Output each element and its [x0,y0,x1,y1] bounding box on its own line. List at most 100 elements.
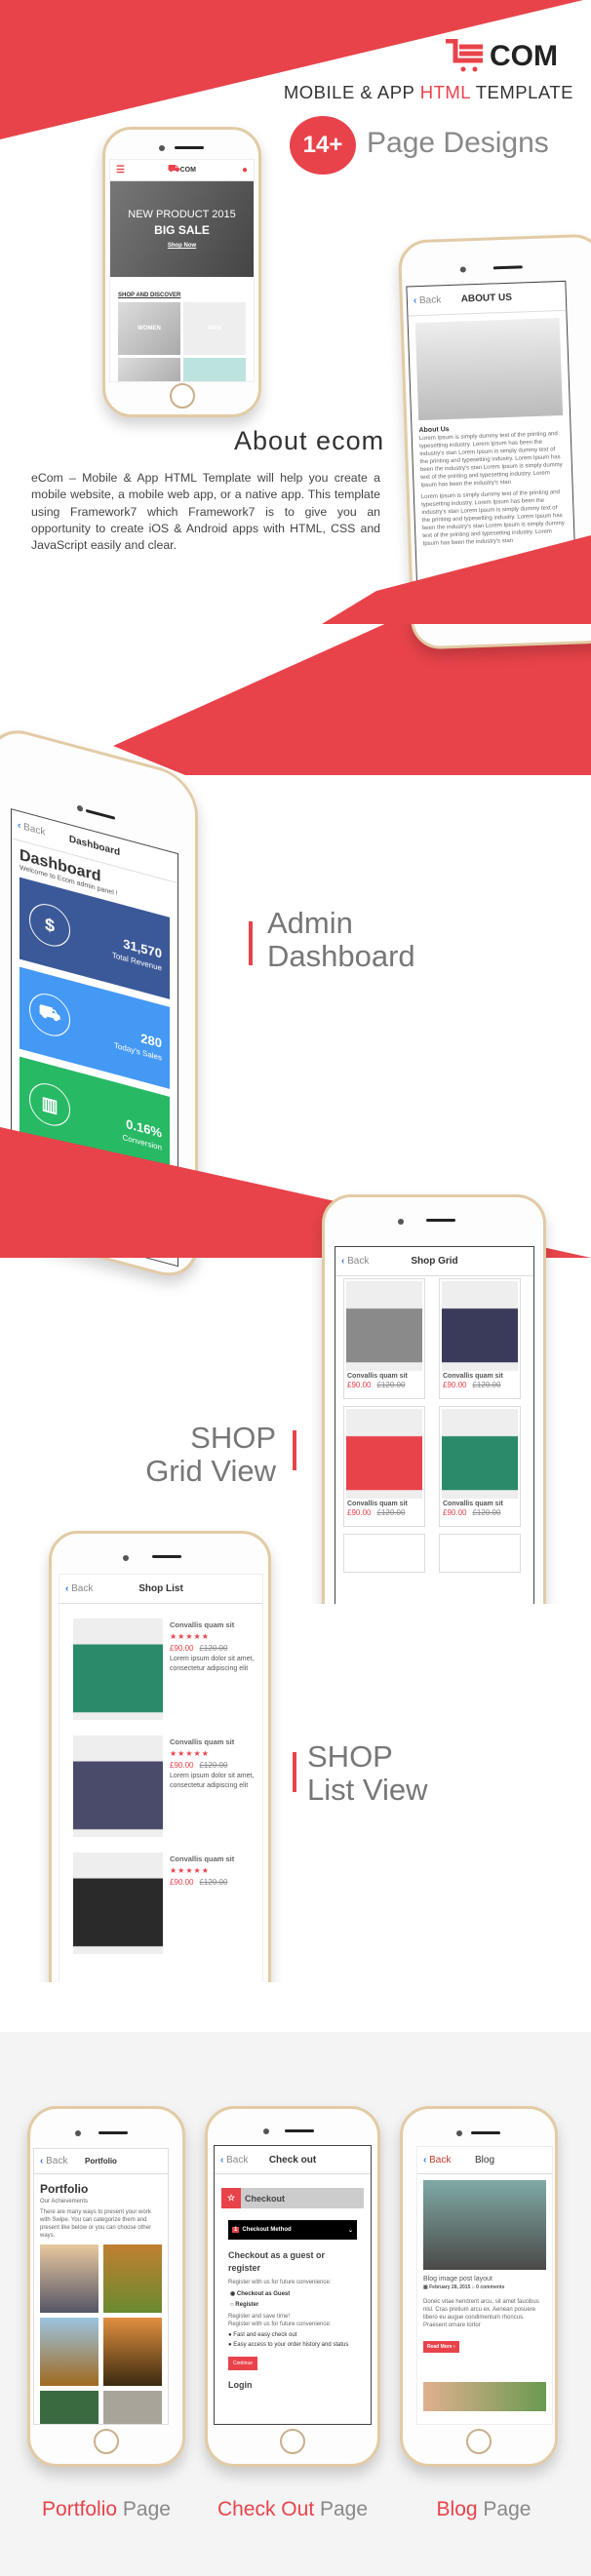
product-image [73,1619,163,1720]
back-label: Back [347,1256,370,1267]
page-label-rest: Page [314,2498,369,2520]
read-more-button[interactable]: Read More › [423,2341,459,2353]
accent-bar [293,1430,296,1470]
portfolio-phone: ‹ Back Portfolio Portfolio Our Achievemen… [27,2106,185,2467]
blog-post-title[interactable]: Blog image post layout [423,2276,546,2283]
portfolio-image[interactable] [40,2391,98,2424]
shop-list-label: SHOP List View [307,1740,428,1807]
portfolio-heading: Portfolio [40,2182,89,2196]
product-card[interactable]: Convallis quam sit £90.00 £120.00 [439,1278,521,1399]
blog-image[interactable] [423,2180,546,2270]
info-text: Register with us for future convenience: [228,2322,332,2327]
price: £90.00 [443,1508,467,1517]
product-card[interactable] [439,1534,521,1573]
product-image [73,1853,163,1954]
guest-radio[interactable]: ◉ Checkout as Guest [230,2290,355,2297]
back-button[interactable]: ‹ Back [18,820,45,839]
back-button[interactable]: ‹ Back [40,2156,67,2166]
portfolio-subheading: Our Achievements [40,2199,89,2205]
continue-button[interactable]: Continue [228,2357,258,2370]
back-button[interactable]: ‹ Back [423,2155,451,2166]
back-button[interactable]: ‹ Back [341,1256,369,1267]
blog-image[interactable] [423,2382,546,2411]
camera [456,2130,462,2136]
portfolio-image[interactable] [103,2244,162,2313]
about-text: eCom – Mobile & App HTML Template will h… [31,471,380,553]
camera [75,2130,81,2136]
accent-bar [293,1752,296,1792]
product-list-item[interactable]: Convallis quam sit ★★★★★ £90.00 £120.00 Lore… [73,1736,258,1843]
product-name: Convallis quam sit [443,1373,503,1380]
price: £90.00 [170,1644,194,1653]
speaker [471,2131,500,2134]
home-button [94,2429,119,2454]
chevron-down-icon: ⌄ [347,2227,353,2234]
shop-grid-label: SHOP Grid View [145,1422,276,1488]
page-label-accent: Check Out [217,2498,315,2520]
product-price: £90.00 £120.00 [170,1878,257,1887]
product-price: £90.00 £120.00 [170,1644,257,1653]
product-name: Convallis quam sit [170,1854,235,1863]
portfolio-image[interactable] [103,2391,162,2424]
page-label-accent: Blog [436,2498,478,2520]
product-image [346,1281,422,1371]
page-label-rest: Page [477,2498,532,2520]
checkout-heading: Checkout as a guest or register [228,2250,326,2273]
product-card[interactable] [343,1534,425,1573]
product-description: Lorem ipsum dolor sit amet, consectetur … [170,1656,255,1672]
product-price: £90.00 £120.00 [170,1761,257,1770]
home-button [466,2429,492,2454]
camera [263,2128,269,2134]
product-image [442,1409,518,1499]
shop-list-phone: ‹ Back Shop List Convallis quam sit ★★★★★ £… [49,1531,271,1982]
register-note: Register with us for future convenience: [228,2280,332,2285]
product-price: £90.00 £120.00 [443,1508,517,1517]
product-price: £90.00 £120.00 [347,1381,421,1389]
product-card[interactable]: Convallis quam sit £90.00 £120.00 [439,1406,521,1527]
price: £90.00 [170,1878,194,1887]
old-price: £120.00 [376,1381,406,1389]
portfolio-text: There are many ways to present your work… [40,2209,152,2239]
blog-meta-text: February 28, 2015 ⌂ 0 comments [429,2284,505,2290]
camera [123,1555,129,1561]
register-radio[interactable]: ○ Register [230,2302,355,2308]
about-red-overlay [322,535,591,624]
page-label: Portfolio Page [42,2498,171,2521]
back-label: Back [226,2154,249,2166]
blog-phone: ‹ Back Blog Blog image post layout ▦ Febr… [400,2106,558,2467]
old-price: £120.00 [472,1381,501,1389]
checkout-method-toggle[interactable]: 1 Checkout Method ⌄ [228,2220,357,2240]
price: £90.00 [443,1381,467,1389]
login-heading: Login [228,2380,253,2390]
back-label: Back [23,821,46,839]
cart-icon: ⛟ [29,989,70,1041]
product-image [442,1281,518,1371]
product-card[interactable]: Convallis quam sit £90.00 £120.00 [343,1278,425,1399]
about-title: About ecom [234,426,385,455]
back-button[interactable]: ‹ Back [220,2155,248,2166]
portfolio-image[interactable] [40,2318,98,2386]
radio-label: Checkout as Guest [236,2291,291,2297]
speaker [98,2131,128,2134]
product-list-item[interactable]: Convallis quam sit ★★★★★ £90.00 £120.00 Lore… [73,1619,258,1726]
product-name: Convallis quam sit [347,1373,408,1380]
product-card[interactable]: Convallis quam sit £90.00 £120.00 [343,1406,425,1527]
page-label-rest: Page [117,2498,171,2520]
back-button[interactable]: ‹ Back [65,1583,93,1594]
camera [77,804,83,812]
list-phone-clip: ‹ Back Shop List Convallis quam sit ★★★★★ £… [39,1526,283,1982]
portfolio-image[interactable] [40,2244,98,2313]
bullet: ● Easy access to your order history and … [228,2342,349,2348]
portfolio-image[interactable] [103,2318,162,2386]
step-number: 1 [232,2227,240,2233]
old-price: £120.00 [199,1878,228,1887]
label-line: SHOP [307,1739,393,1774]
product-name: Convallis quam sit [347,1501,408,1507]
old-price: £120.00 [472,1508,501,1517]
back-label: Back [46,2156,68,2166]
speaker [85,808,115,820]
page-label: Check Out Page [217,2498,368,2521]
price: £90.00 [170,1761,194,1770]
bullet-text: Easy access to your order history and st… [233,2342,349,2348]
product-list-item[interactable]: Convallis quam sit ★★★★★ £90.00 £120.00 [73,1853,258,1960]
